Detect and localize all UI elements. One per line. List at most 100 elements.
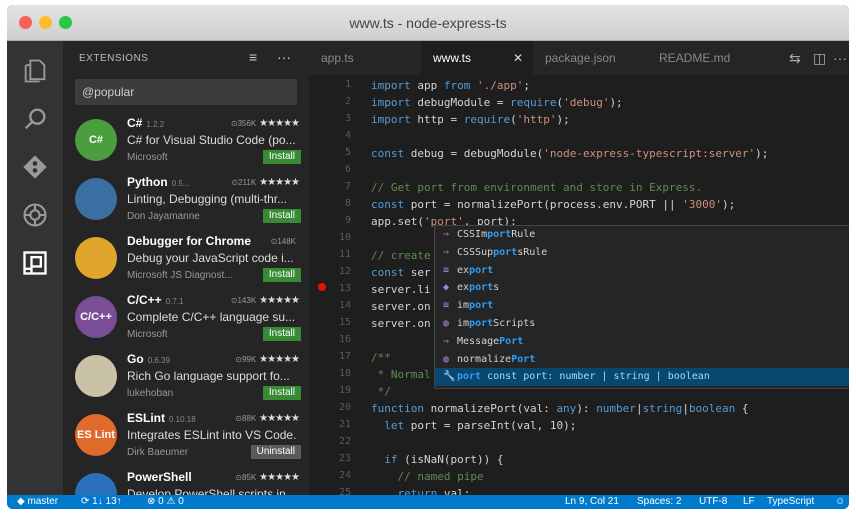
cursor-position[interactable]: Ln 9, Col 21 — [565, 495, 619, 509]
code-line: // Get port from environment and store i… — [371, 181, 703, 194]
extension-item[interactable]: Python 0.5... ⊙211K ★★★★★ Linting, Debugging… — [63, 172, 309, 230]
install-button[interactable]: Install — [262, 386, 301, 400]
window-title: www.ts - node-express-ts — [349, 15, 507, 31]
suggestion-item[interactable]: 🔧 port const port: number | string | boole… — [435, 368, 849, 387]
line-number: 7 — [344, 181, 351, 192]
extension-item[interactable]: PowerShell ⊙85K ★★★★★ Develop PowerShell sc… — [63, 467, 309, 495]
install-button[interactable]: Install — [262, 209, 301, 223]
line-number: 12 — [338, 266, 351, 277]
split-editor-icon[interactable]: ◫ — [813, 50, 826, 67]
extension-name-text: Go — [127, 352, 144, 366]
extension-name-text: PowerShell — [127, 470, 192, 484]
sidebar-title: EXTENSIONS — [79, 53, 149, 64]
line-number: 1 — [344, 79, 351, 90]
extension-name-text: Debugger for Chrome — [127, 234, 252, 248]
line-number: 21 — [338, 419, 351, 430]
extension-downloads: 211K — [238, 178, 257, 187]
close-tab-icon[interactable]: ✕ — [513, 41, 523, 75]
vscode-window: www.ts - node-express-ts EXTENSIONS ≡ ··… — [7, 5, 849, 509]
code-line: const ser — [371, 266, 431, 279]
tab-bar: app.ts www.ts ✕ package.json README.md ⇆ … — [309, 41, 849, 75]
titlebar: www.ts - node-express-ts — [7, 5, 849, 41]
open-changes-icon[interactable]: ⇆ — [789, 50, 801, 67]
suggestion-item[interactable]: ◆ exports — [435, 279, 849, 297]
line-number: 23 — [338, 453, 351, 464]
rating-stars: ★★★★★ — [259, 472, 300, 483]
extension-description: Integrates ESLint into VS Code. — [127, 428, 297, 442]
line-number: 16 — [338, 334, 351, 345]
extension-publisher: Dirk Baeumer — [127, 447, 189, 458]
suggestion-item[interactable]: ◍ importScripts — [435, 315, 849, 333]
suggestion-label: port — [457, 371, 482, 383]
rating-stars: ★★★★★ — [259, 354, 300, 365]
breakpoint-icon[interactable] — [318, 283, 326, 291]
tab-package-json[interactable]: package.json — [533, 41, 647, 75]
feedback-icon[interactable]: ☺ — [835, 495, 845, 509]
tab-app-ts[interactable]: app.ts — [309, 41, 421, 75]
line-number: 11 — [338, 249, 351, 260]
explorer-icon[interactable] — [21, 57, 49, 85]
suggestion-item[interactable]: ≡ export — [435, 262, 849, 280]
extension-meta: ⊙85K ★★★★★ — [235, 472, 300, 483]
more-actions-icon[interactable]: ··· — [277, 49, 291, 65]
suggestion-item[interactable]: ⇒ CSSSupportsRule — [435, 244, 849, 262]
line-number: 18 — [338, 368, 351, 379]
eol-setting[interactable]: LF — [743, 495, 755, 509]
extensions-sidebar: EXTENSIONS ≡ ··· @popular C# C# 1.2.2 ⊙356K… — [63, 41, 309, 495]
tab-label: README.md — [659, 51, 731, 65]
install-button[interactable]: Install — [262, 150, 301, 164]
more-actions-icon[interactable]: ··· — [833, 50, 847, 66]
extension-version: 0.7.1 — [165, 297, 184, 306]
code-line: server.on — [371, 317, 431, 330]
errors-count: 0 — [158, 496, 164, 507]
git-icon[interactable] — [21, 153, 49, 181]
line-number: 9 — [344, 215, 351, 226]
extension-downloads: 88K — [241, 414, 257, 423]
extension-item[interactable]: C/C++ C/C++ 0.7.1 ⊙143K ★★★★★ Complete C/C++ … — [63, 290, 309, 348]
suggestion-item[interactable]: ≡ import — [435, 297, 849, 315]
install-button[interactable]: Install — [262, 268, 301, 282]
line-number: 10 — [338, 232, 351, 243]
extensions-search-input[interactable]: @popular — [75, 79, 297, 105]
suggestion-item[interactable]: ⇒ MessagePort — [435, 333, 849, 351]
extension-logo-icon — [75, 473, 117, 495]
code-line: */ — [371, 385, 391, 398]
extension-meta: ⊙356K ★★★★★ — [231, 118, 300, 129]
encoding-setting[interactable]: UTF-8 — [699, 495, 727, 509]
suggestion-widget: ⇒ CSSImportRule ⇒ CSSSupportsRule ≡ export ◆ ex… — [434, 225, 849, 389]
sync-label: 1↓ 13↑ — [92, 496, 122, 507]
extension-description: Debug your JavaScript code i... — [127, 251, 294, 265]
branch-indicator[interactable]: ◆ master — [17, 495, 58, 509]
problems-indicator[interactable]: ⊗ 0 ⚠ 0 — [147, 495, 184, 509]
code-line: function normalizePort(val: any): number… — [371, 402, 749, 415]
extension-description: C# for Visual Studio Code (po... — [127, 133, 296, 147]
extension-item[interactable]: ES Lint ESLint 0.10.18 ⊙88K ★★★★★ Integrates … — [63, 408, 309, 466]
extension-meta: ⊙211K ★★★★★ — [231, 177, 300, 188]
extensions-icon[interactable] — [21, 249, 49, 277]
extension-meta: ⊙143K ★★★★★ — [231, 295, 300, 306]
extension-name-text: ESLint — [127, 411, 165, 425]
extension-name: C/C++ 0.7.1 — [127, 293, 183, 307]
code-line: import debugModule = require('debug'); — [371, 96, 623, 109]
line-number: 24 — [338, 470, 351, 481]
suggestion-item[interactable]: ⇒ CSSImportRule — [435, 226, 849, 244]
extension-item[interactable]: Debugger for Chrome ⊙148K Debug your JavaS… — [63, 231, 309, 289]
language-mode[interactable]: TypeScript — [767, 495, 814, 509]
suggestion-detail: const port: number | string | boolean — [487, 371, 710, 383]
tab-readme-md[interactable]: README.md — [647, 41, 773, 75]
indentation-setting[interactable]: Spaces: 2 — [637, 495, 681, 509]
line-number: 13 — [338, 283, 351, 294]
suggestion-item[interactable]: ◍ normalizePort — [435, 351, 849, 369]
tab-www-ts[interactable]: www.ts ✕ — [421, 41, 533, 75]
line-number: 6 — [344, 164, 351, 175]
extension-item[interactable]: C# C# 1.2.2 ⊙356K ★★★★★ C# for Visual Studio … — [63, 113, 309, 171]
extension-description: Complete C/C++ language su... — [127, 310, 296, 324]
filter-icon[interactable]: ≡ — [249, 49, 257, 65]
install-button[interactable]: Install — [262, 327, 301, 341]
extension-downloads: 143K — [237, 296, 257, 305]
debug-icon[interactable] — [21, 201, 49, 229]
search-icon[interactable] — [21, 105, 49, 133]
sync-indicator[interactable]: ⟳ 1↓ 13↑ — [81, 495, 122, 509]
extension-item[interactable]: Go 0.6.39 ⊙99K ★★★★★ Rich Go language suppor… — [63, 349, 309, 407]
uninstall-button[interactable]: Uninstall — [250, 445, 301, 459]
